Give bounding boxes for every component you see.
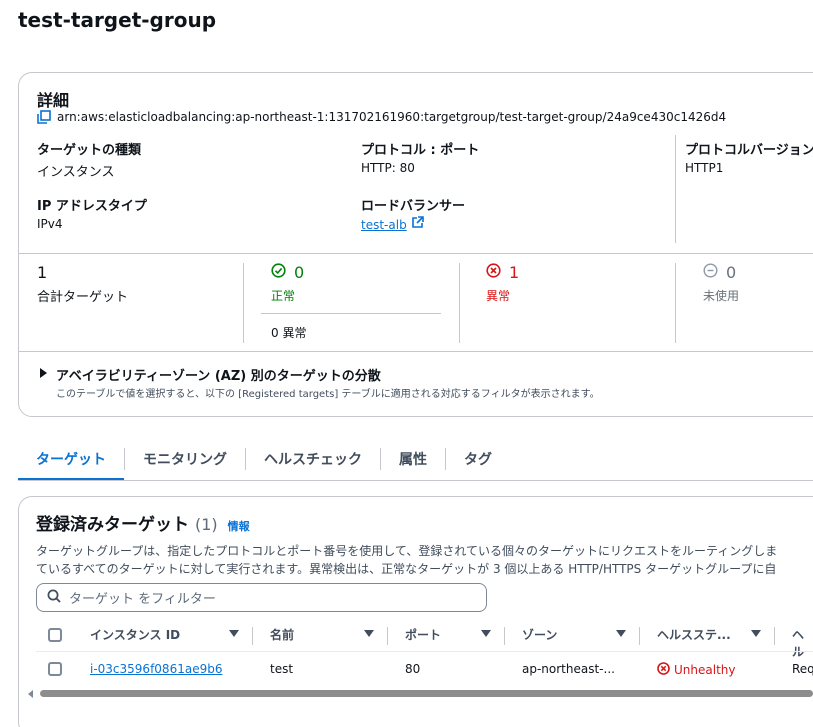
target-filter-input[interactable]: ターゲット をフィルター — [36, 583, 487, 612]
tab-attributes[interactable]: 属性 — [381, 438, 445, 480]
column-port[interactable]: ポート — [405, 626, 441, 643]
column-health-detail[interactable]: ヘル — [792, 626, 813, 660]
ip-type-label: IP アドレスタイプ — [37, 199, 147, 214]
sort-icon[interactable] — [229, 630, 239, 637]
protocol-version-value: HTTP1 — [685, 161, 724, 175]
healthy-count-row[interactable]: 0 — [271, 263, 304, 282]
unused-count: 0 — [726, 263, 737, 282]
target-type-value: インスタンス — [37, 165, 115, 180]
divider — [19, 351, 813, 352]
horizontal-scrollbar[interactable] — [28, 689, 813, 699]
sort-icon[interactable] — [364, 630, 374, 637]
tabs-underline — [18, 480, 813, 481]
search-icon — [47, 589, 61, 607]
divider — [261, 313, 441, 314]
sort-icon[interactable] — [481, 630, 491, 637]
column-instance-id[interactable]: インスタンス ID — [90, 626, 180, 643]
select-all-checkbox[interactable] — [48, 628, 62, 642]
health-status-text: Unhealthy — [674, 663, 736, 677]
divider — [675, 135, 676, 243]
tab-tags[interactable]: タグ — [446, 438, 510, 480]
column-resizer[interactable] — [252, 627, 253, 645]
column-name[interactable]: 名前 — [270, 626, 294, 643]
search-placeholder: ターゲット をフィルター — [69, 592, 216, 607]
arn-row: arn:aws:elasticloadbalancing:ap-northeas… — [37, 110, 726, 124]
copy-icon[interactable] — [37, 110, 51, 124]
registered-description-1: ターゲットグループは、指定したプロトコルとポート番号を使用して、登録されている個… — [36, 544, 778, 558]
details-heading: 詳細 — [37, 91, 70, 110]
row-name: test — [270, 662, 294, 676]
error-circle-icon — [657, 662, 670, 678]
protocol-port-value: HTTP: 80 — [361, 161, 415, 175]
registered-count: (1) — [195, 515, 218, 534]
divider — [675, 263, 676, 343]
scroll-left-arrow[interactable] — [28, 690, 33, 698]
row-health-detail: Req — [792, 662, 813, 676]
load-balancer-link[interactable]: test-alb — [361, 216, 424, 233]
az-description: このテーブルで値を選択すると、以下の [Registered targets] … — [56, 389, 600, 400]
healthy-anomaly: 0 異常 — [271, 326, 307, 340]
instance-id-link[interactable]: i-03c3596f0861ae9b6 — [90, 662, 222, 676]
az-distribution-toggle[interactable]: アベイラビリティーゾーン (AZ) 別のターゲットの分散 — [39, 365, 381, 384]
target-type-label: ターゲットの種類 — [37, 143, 142, 158]
row-port: 80 — [405, 662, 421, 676]
unused-count-row: 0 — [703, 263, 736, 282]
caret-right-icon — [39, 367, 48, 382]
external-link-icon — [411, 216, 424, 233]
row-checkbox[interactable] — [48, 662, 62, 676]
column-health-status[interactable]: ヘルスステ... — [657, 626, 731, 643]
check-circle-icon — [271, 263, 286, 282]
divider — [243, 263, 244, 343]
divider — [36, 651, 813, 652]
total-label: 合計ターゲット — [37, 290, 129, 305]
column-resizer[interactable] — [774, 627, 775, 645]
unhealthy-count-row[interactable]: 1 — [486, 263, 519, 282]
row-health-status: Unhealthy — [657, 662, 735, 678]
divider — [19, 253, 813, 254]
page-title: test-target-group — [18, 8, 217, 32]
row-zone: ap-northeast-... — [522, 662, 615, 676]
sort-icon[interactable] — [751, 630, 761, 637]
instance-id-text[interactable]: i-03c3596f0861ae9b6 — [90, 662, 222, 676]
tab-targets[interactable]: ターゲット — [18, 438, 124, 481]
divider — [459, 263, 460, 343]
scrollbar-thumb[interactable] — [40, 690, 813, 697]
registered-description-2: ているすべてのターゲットに対して実行されます。異常検出は、正常なターゲットが 3… — [36, 562, 777, 576]
dash-circle-icon — [703, 263, 718, 282]
tab-monitoring[interactable]: モニタリング — [125, 438, 245, 480]
registered-header: 登録済みターゲット (1) 情報 — [36, 510, 250, 535]
healthy-label: 正常 — [271, 289, 296, 303]
tab-health-check[interactable]: ヘルスチェック — [246, 438, 380, 480]
registered-heading: 登録済みターゲット — [36, 515, 189, 535]
column-resizer[interactable] — [387, 627, 388, 645]
column-resizer[interactable] — [504, 627, 505, 645]
details-panel: 詳細 arn:aws:elasticloadbalancing:ap-north… — [18, 72, 813, 417]
error-circle-icon — [486, 263, 501, 282]
total-count: 1 — [37, 263, 48, 282]
load-balancer-label: ロードバランサー — [361, 199, 466, 214]
unused-label: 未使用 — [703, 289, 740, 303]
column-resizer[interactable] — [639, 627, 640, 645]
info-link[interactable]: 情報 — [228, 518, 250, 534]
load-balancer-link-text[interactable]: test-alb — [361, 218, 407, 232]
unhealthy-label: 異常 — [486, 289, 511, 303]
ip-type-value: IPv4 — [37, 217, 63, 231]
az-title[interactable]: アベイラビリティーゾーン (AZ) 別のターゲットの分散 — [56, 365, 381, 384]
protocol-version-label: プロトコルバージョン — [685, 143, 813, 158]
arn-value: arn:aws:elasticloadbalancing:ap-northeas… — [57, 110, 727, 124]
sort-icon[interactable] — [616, 630, 626, 637]
unhealthy-count[interactable]: 1 — [509, 263, 519, 282]
column-zone[interactable]: ゾーン — [522, 626, 557, 643]
tab-bar: ターゲット モニタリング ヘルスチェック 属性 タグ — [18, 438, 510, 481]
healthy-count[interactable]: 0 — [294, 263, 304, 282]
protocol-port-label: プロトコル : ポート — [361, 143, 480, 158]
